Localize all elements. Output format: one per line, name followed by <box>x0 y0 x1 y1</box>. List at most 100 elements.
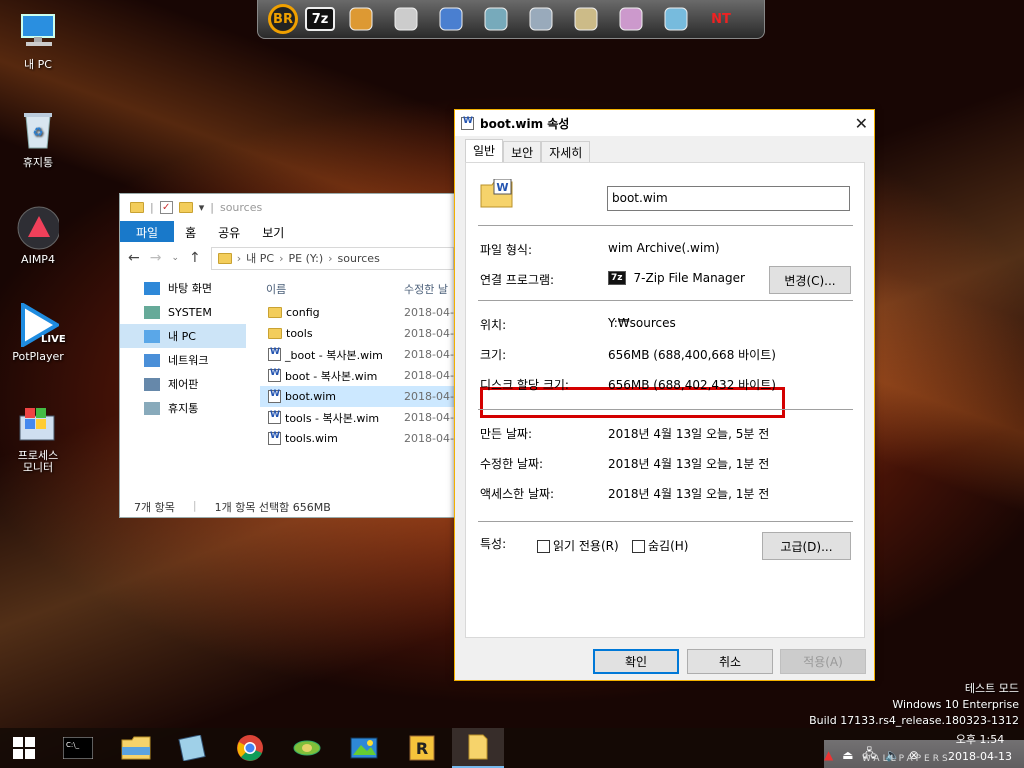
desktop-icon-recycle-bin[interactable]: ♻ 휴지통 <box>0 108 76 170</box>
file-row[interactable]: boot.wim 2018-04- <box>260 386 456 407</box>
up-arrow-icon[interactable]: ↑ <box>189 250 201 266</box>
divider <box>478 225 853 226</box>
readonly-checkbox[interactable]: 읽기 전용(R) <box>537 537 619 554</box>
folder-icon <box>217 252 232 264</box>
address-bar-row: ← → ⌄ ↑ › 내 PC › PE (Y:) › sources <box>120 242 454 274</box>
tab-security[interactable]: 보안 <box>503 141 542 162</box>
wim-file-icon <box>268 431 281 445</box>
chevron-down-icon[interactable]: ⌄ <box>171 253 179 263</box>
file-date: 2018-04- <box>404 327 454 340</box>
nav-item[interactable]: 휴지통 <box>120 396 246 420</box>
file-date: 2018-04- <box>404 411 454 424</box>
file-date: 2018-04- <box>404 432 454 445</box>
potplayer-icon: LIVE <box>17 303 66 347</box>
7zip-icon: 7z <box>608 271 626 285</box>
taskbar-explorer-folder[interactable] <box>112 728 160 768</box>
network-pc-icon[interactable] <box>477 3 515 35</box>
breadcrumb-sep: › <box>328 251 333 265</box>
breadcrumb-item[interactable]: 내 PC <box>246 250 274 266</box>
back-arrow-icon[interactable]: ← <box>128 250 140 266</box>
disk-chart-icon[interactable] <box>342 3 380 35</box>
start-button[interactable] <box>0 728 48 768</box>
size-value: 656MB (688,400,668 바이트) <box>608 348 776 362</box>
tab-general[interactable]: 일반 <box>465 139 504 162</box>
desktop-icon-aimp4[interactable]: AIMP4 <box>0 206 76 266</box>
file-row[interactable]: config 2018-04- <box>260 302 456 323</box>
filename-field[interactable]: boot.wim <box>607 186 850 211</box>
address-bar[interactable]: › 내 PC › PE (Y:) › sources <box>210 246 454 270</box>
column-name[interactable]: 이름 <box>260 281 404 297</box>
ribbon-tab-view[interactable]: 보기 <box>251 221 295 242</box>
taskbar-chrome[interactable] <box>226 728 274 768</box>
tab-details[interactable]: 자세히 <box>541 141 591 162</box>
partition-icon[interactable] <box>432 3 470 35</box>
clock-time: 오후 1:54 <box>955 733 1005 746</box>
file-type-value: wim Archive(.wim) <box>608 241 720 255</box>
ribbon-tab-file[interactable]: 파일 <box>120 221 175 242</box>
dialog-title: boot.wim 속성 <box>480 116 570 131</box>
file-name: tools.wim <box>285 432 338 445</box>
desktop-icon-this-pc[interactable]: 내 PC <box>0 10 76 72</box>
taskbar-cmd[interactable]: C:\_ <box>54 728 102 768</box>
ribbon-tab-share[interactable]: 공유 <box>207 221 251 242</box>
file-row[interactable]: tools - 복사본.wim 2018-04- <box>260 407 456 428</box>
book-icon[interactable] <box>657 3 695 35</box>
nav-item[interactable]: 제어판 <box>120 372 246 396</box>
disc-icon[interactable] <box>612 3 650 35</box>
desktop-icon-potplayer[interactable]: LIVE PotPlayer <box>0 303 76 363</box>
ok-button[interactable]: 확인 <box>593 649 679 674</box>
wim-file-icon <box>268 410 281 424</box>
archive-box-icon[interactable] <box>567 3 605 35</box>
hidden-checkbox[interactable]: 숨김(H) <box>632 537 688 554</box>
desktop-icon-process-monitor[interactable]: 프로세스 모니터 <box>0 404 76 474</box>
change-button[interactable]: 변경(C)... <box>769 266 851 294</box>
size-label: 크기: <box>480 348 507 362</box>
file-name: config <box>286 306 320 319</box>
chrome-icon <box>237 735 263 761</box>
close-icon[interactable]: ✕ <box>855 114 868 133</box>
nt-icon[interactable]: NT <box>702 3 740 35</box>
flag-icon[interactable]: ▲ <box>824 748 833 762</box>
settings-pc-icon[interactable] <box>522 3 560 35</box>
file-date: 2018-04- <box>404 306 454 319</box>
dialog-titlebar: boot.wim 속성 ✕ <box>455 110 874 136</box>
clock[interactable]: 오후 1:54 2018-04-13 <box>940 731 1020 765</box>
file-name-cell: tools - 복사본.wim <box>260 410 404 426</box>
floppy-icon[interactable] <box>387 3 425 35</box>
opens-with-label: 연결 프로그램: <box>480 273 555 287</box>
accessed-value: 2018년 4월 13일 오늘, 1분 전 <box>608 487 770 501</box>
taskbar-app-r[interactable]: R <box>398 728 446 768</box>
7zip-icon[interactable]: 7z <box>305 7 335 31</box>
clock-date: 2018-04-13 <box>948 750 1012 763</box>
nav-item[interactable]: 네트워크 <box>120 348 246 372</box>
file-name: boot.wim <box>285 390 337 403</box>
new-folder-icon[interactable] <box>178 202 193 213</box>
nav-item[interactable]: SYSTEM <box>120 300 246 324</box>
advanced-button[interactable]: 고급(D)... <box>762 532 851 560</box>
file-row[interactable]: boot - 복사본.wim 2018-04- <box>260 365 456 386</box>
taskbar-notepad[interactable] <box>168 728 216 768</box>
checkbox[interactable] <box>537 540 550 553</box>
usb-icon[interactable]: ⏏ <box>842 748 853 762</box>
file-row[interactable]: tools.wim 2018-04- <box>260 428 456 449</box>
nav-item[interactable]: 내 PC <box>120 324 246 348</box>
file-row[interactable]: _boot - 복사본.wim 2018-04- <box>260 344 456 365</box>
taskbar-app-leaf[interactable] <box>283 728 331 768</box>
forward-arrow-icon[interactable]: → <box>150 250 162 266</box>
checkbox[interactable] <box>632 540 645 553</box>
br-icon[interactable]: BR <box>268 4 298 34</box>
column-date[interactable]: 수정한 날 <box>404 281 448 297</box>
folder-icon <box>268 307 282 318</box>
nav-item-label: 휴지통 <box>168 402 199 415</box>
properties-icon[interactable]: ✓ <box>159 201 173 214</box>
breadcrumb-sep: › <box>279 251 284 265</box>
chevron-down-icon[interactable]: ▾ <box>199 201 205 214</box>
breadcrumb-item[interactable]: sources <box>338 252 380 265</box>
file-row[interactable]: tools 2018-04- <box>260 323 456 344</box>
nav-item[interactable]: 바탕 화면 <box>120 276 246 300</box>
breadcrumb-item[interactable]: PE (Y:) <box>289 252 324 265</box>
ribbon-tab-home[interactable]: 홈 <box>174 221 207 242</box>
taskbar-app-image[interactable] <box>340 728 388 768</box>
taskbar-explorer-active[interactable] <box>452 728 504 768</box>
cancel-button[interactable]: 취소 <box>687 649 773 674</box>
